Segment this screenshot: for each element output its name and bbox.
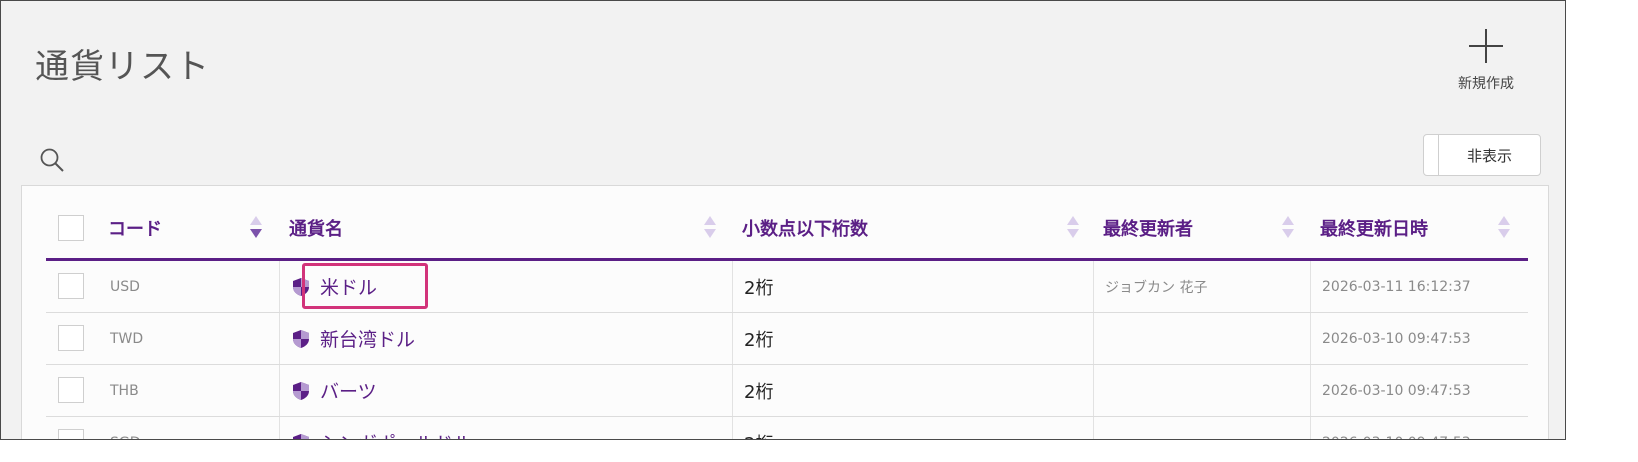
app-frame: 通貨リスト 新規作成 非表示 コード 通貨名 小数点以下桁数 最終更新者 最終更… xyxy=(0,0,1566,440)
table-header: コード 通貨名 小数点以下桁数 最終更新者 最終更新日時 xyxy=(46,198,1528,261)
select-all-checkbox[interactable] xyxy=(58,215,84,241)
column-header-label: コード xyxy=(108,219,162,240)
table-row: SGD シンガポールドル 2桁 2026-03-10 09:47:53 xyxy=(46,417,1528,440)
last-updated-at: 2026-03-10 09:47:53 xyxy=(1310,417,1471,440)
currency-name-link[interactable]: バーツ xyxy=(279,365,377,416)
table-row: USD 米ドル 2桁 ジョブカン 花子 2026-03-11 16:12:37 xyxy=(46,261,1528,313)
shield-icon xyxy=(293,329,309,348)
last-updater xyxy=(1093,417,1105,439)
shield-icon xyxy=(293,381,309,400)
last-updated-at: 2026-03-11 16:12:37 xyxy=(1322,278,1471,295)
currency-code: SGD xyxy=(98,417,141,440)
last-updated-at: 2026-03-10 09:47:53 xyxy=(1322,330,1471,347)
last-updated-at: 2026-03-10 09:47:53 xyxy=(1322,382,1471,399)
hide-columns-button[interactable]: 非表示 xyxy=(1423,134,1541,176)
new-button[interactable]: 新規作成 xyxy=(1446,29,1526,93)
decimal-digits: 2桁 xyxy=(744,381,774,403)
sort-icon-updater[interactable] xyxy=(1282,216,1294,242)
column-header-updater[interactable]: 最終更新者 xyxy=(1093,198,1308,258)
hide-button-label: 非表示 xyxy=(1466,146,1512,165)
column-header-updated-at[interactable]: 最終更新日時 xyxy=(1310,198,1528,258)
currency-table-card: コード 通貨名 小数点以下桁数 最終更新者 最終更新日時 USD 米ドル 2桁 … xyxy=(21,185,1549,440)
currency-code: USD xyxy=(110,278,140,295)
sort-icon-code[interactable] xyxy=(250,216,262,242)
column-header-label: 通貨名 xyxy=(289,219,343,240)
decimal-digits: 2桁 xyxy=(744,329,774,351)
currency-code: TWD xyxy=(110,330,144,347)
currency-name-link[interactable]: 新台湾ドル xyxy=(279,313,415,364)
shield-icon xyxy=(293,433,309,439)
decimal-digits: 2桁 xyxy=(732,417,773,440)
decimal-digits: 2桁 xyxy=(744,277,774,299)
sort-icon-name[interactable] xyxy=(704,216,716,242)
table-row: TWD 新台湾ドル 2桁 2026-03-10 09:47:53 xyxy=(46,313,1528,365)
highlight-box xyxy=(302,263,428,309)
currency-table: コード 通貨名 小数点以下桁数 最終更新者 最終更新日時 USD 米ドル 2桁 … xyxy=(46,198,1528,440)
column-header-name[interactable]: 通貨名 xyxy=(279,198,729,258)
row-checkbox[interactable] xyxy=(58,325,84,351)
column-header-code[interactable]: コード xyxy=(98,198,268,258)
column-header-digits[interactable]: 小数点以下桁数 xyxy=(732,198,1092,258)
column-header-label: 小数点以下桁数 xyxy=(742,219,868,240)
last-updater: ジョブカン 花子 xyxy=(1105,279,1208,296)
plus-icon xyxy=(1469,29,1503,63)
last-updater xyxy=(1093,313,1105,364)
search-icon[interactable] xyxy=(39,147,65,173)
currency-name-link[interactable]: シンガポールドル xyxy=(279,417,472,439)
sort-icon-updated-at[interactable] xyxy=(1498,216,1510,242)
currency-name: バーツ xyxy=(320,381,377,403)
column-header-label: 最終更新者 xyxy=(1103,219,1193,240)
sort-icon-digits[interactable] xyxy=(1067,216,1079,242)
last-updater xyxy=(1093,365,1105,416)
currency-name: 新台湾ドル xyxy=(320,329,416,351)
page-title: 通貨リスト xyxy=(35,47,210,87)
new-button-label: 新規作成 xyxy=(1458,76,1514,92)
row-checkbox[interactable] xyxy=(58,273,84,299)
row-checkbox[interactable] xyxy=(58,377,84,403)
table-row: THB バーツ 2桁 2026-03-10 09:47:53 xyxy=(46,365,1528,417)
currency-code: THB xyxy=(110,382,139,399)
column-header-label: 最終更新日時 xyxy=(1320,219,1428,240)
currency-name: シンガポールドル xyxy=(320,429,472,439)
row-checkbox[interactable] xyxy=(58,429,84,439)
